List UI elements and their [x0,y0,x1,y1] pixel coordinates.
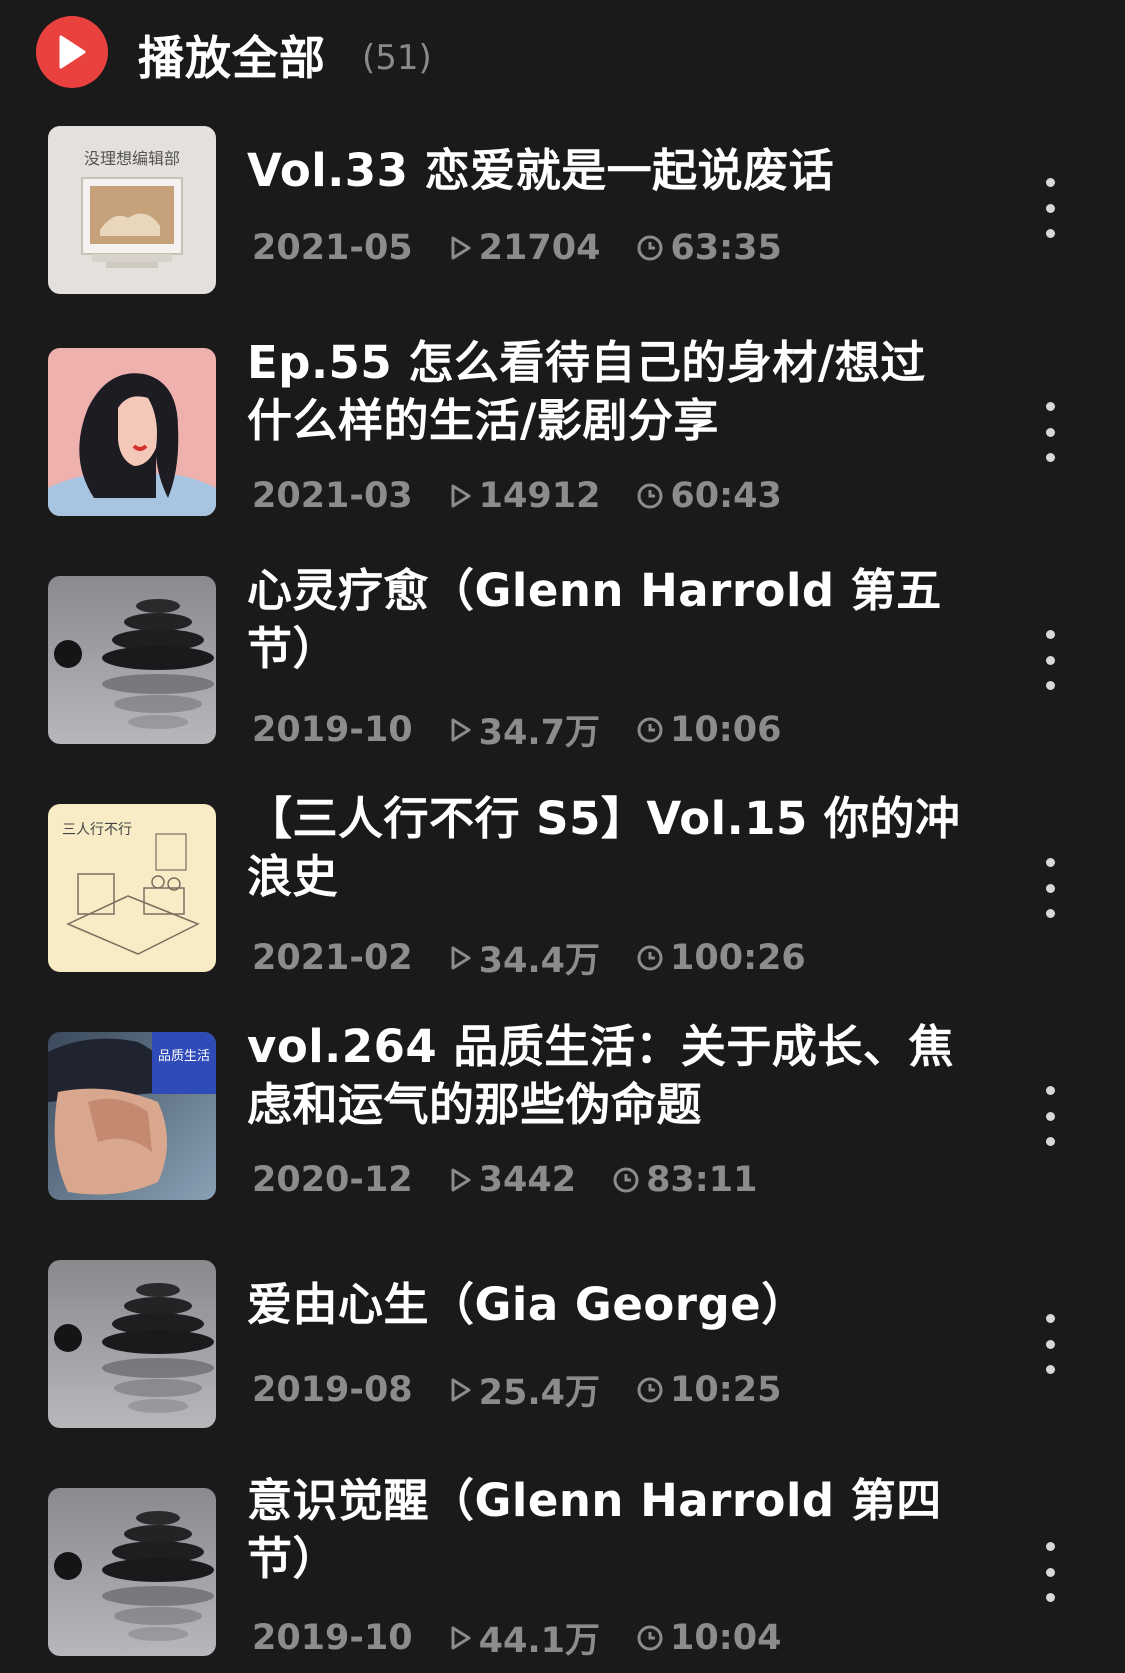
more-dot-icon [1045,681,1055,690]
play-count-icon [449,1625,473,1651]
play-count-icon [449,1167,473,1193]
play-count-icon [449,1377,473,1403]
more-dot-icon [1045,858,1055,867]
clock-icon [636,482,664,510]
more-dot-icon [1045,909,1055,918]
episode-title: 心灵疗愈（Glenn Harrold 第五节） [247,564,942,675]
play-count-icon [449,483,473,509]
more-dot-icon [1045,1542,1055,1551]
episode-duration: 63:35 [670,228,782,268]
play-count: 14912 [478,476,601,516]
stacked-stones-cover [48,1260,216,1428]
play-count-icon [449,945,473,971]
episode-date: 2019-10 [252,1617,413,1658]
more-dot-icon [1045,1567,1055,1577]
more-dot-icon [1045,1593,1055,1602]
episode-duration: 60:43 [670,476,782,516]
stacked-stones-cover [48,576,216,744]
play-icon [59,35,86,69]
episode-date: 2021-03 [252,476,413,516]
more-options-button[interactable] [1032,858,1068,918]
more-options-button[interactable] [1032,178,1068,238]
clock-icon [612,1166,640,1194]
more-dot-icon [1045,1086,1055,1095]
episode-date: 2021-02 [252,937,413,978]
episode-title: 意识觉醒（Glenn Harrold 第四节） [247,1474,942,1585]
more-options-button[interactable] [1032,630,1068,690]
more-options-button[interactable] [1032,1086,1068,1146]
more-dot-icon [1045,1365,1055,1374]
episode-cover: 品质生活 [48,1032,216,1200]
episode-meta: 2019-10 44.1万 10:04 [252,1612,781,1663]
episode-cover [48,348,216,516]
play-all-button[interactable] [36,16,108,88]
cover-text: 品质生活 [158,1049,210,1064]
sketch-room-cover: 三人行不行 [48,804,216,972]
woman-illustration-cover [48,348,216,516]
episode-date: 2020-12 [252,1160,413,1200]
more-dot-icon [1045,402,1055,411]
play-all-label[interactable]: 播放全部 [138,22,326,88]
episode-duration: 100:26 [670,937,806,978]
episode-title: vol.264 品质生活：关于成长、焦虑和运气的那些伪命题 [247,1020,954,1131]
episode-date: 2019-10 [252,709,413,750]
clock-icon [636,716,664,744]
retro-computer-cover: 没理想编辑部 [48,126,216,294]
episode-title: 爱由心生（Gia George） [247,1278,807,1331]
more-dot-icon [1045,655,1055,665]
more-dot-icon [1045,203,1055,213]
cover-text: 没理想编辑部 [84,149,180,168]
more-dot-icon [1045,1111,1055,1121]
episode-meta: 2020-12 3442 83:11 [252,1160,758,1200]
episode-title: Vol.33 恋爱就是一起说废话 [247,144,835,197]
play-count-icon [449,717,473,743]
episode-title: Ep.55 怎么看待自己的身材/想过什么样的生活/影剧分享 [247,336,926,447]
episode-duration: 10:06 [670,709,782,750]
more-dot-icon [1045,1339,1055,1349]
episode-duration: 83:11 [646,1160,758,1200]
play-count: 34.7万 [478,713,601,753]
cover-text: 三人行不行 [62,822,132,838]
play-all-header[interactable]: 播放全部 (51) [0,0,1125,118]
episode-cover [48,1260,216,1428]
episode-meta: 2021-02 34.4万 100:26 [252,932,806,983]
play-count: 34.4万 [478,941,601,981]
more-dot-icon [1045,178,1055,187]
clock-icon [636,234,664,262]
episode-duration: 10:04 [670,1617,782,1658]
play-count: 44.1万 [478,1621,601,1661]
play-count-icon [449,235,473,261]
more-options-button[interactable] [1032,1542,1068,1602]
episode-date: 2021-05 [252,228,413,268]
more-dot-icon [1045,1137,1055,1146]
episode-meta: 2019-10 34.7万 10:06 [252,704,781,755]
episode-cover: 没理想编辑部 [48,126,216,294]
more-dot-icon [1045,883,1055,893]
episode-duration: 10:25 [670,1369,782,1410]
episode-date: 2019-08 [252,1369,413,1410]
episode-cover [48,1488,216,1656]
episode-cover: 三人行不行 [48,804,216,972]
more-dot-icon [1045,1314,1055,1323]
episode-meta: 2019-08 25.4万 10:25 [252,1364,781,1415]
episode-meta: 2021-05 21704 63:35 [252,228,782,268]
more-options-button[interactable] [1032,402,1068,462]
clock-icon [636,1376,664,1404]
play-count: 21704 [478,228,601,268]
man-face-cover: 品质生活 [48,1032,216,1200]
episode-title: 【三人行不行 S5】Vol.15 你的冲浪史 [247,792,961,903]
play-count: 25.4万 [478,1373,601,1413]
episode-count: (51) [362,38,432,78]
clock-icon [636,1624,664,1652]
play-count: 3442 [478,1160,577,1200]
episode-cover [48,576,216,744]
more-dot-icon [1045,427,1055,437]
episode-meta: 2021-03 14912 60:43 [252,476,782,516]
more-dot-icon [1045,453,1055,462]
more-dot-icon [1045,630,1055,639]
more-options-button[interactable] [1032,1314,1068,1374]
more-dot-icon [1045,229,1055,238]
clock-icon [636,944,664,972]
stacked-stones-cover [48,1488,216,1656]
